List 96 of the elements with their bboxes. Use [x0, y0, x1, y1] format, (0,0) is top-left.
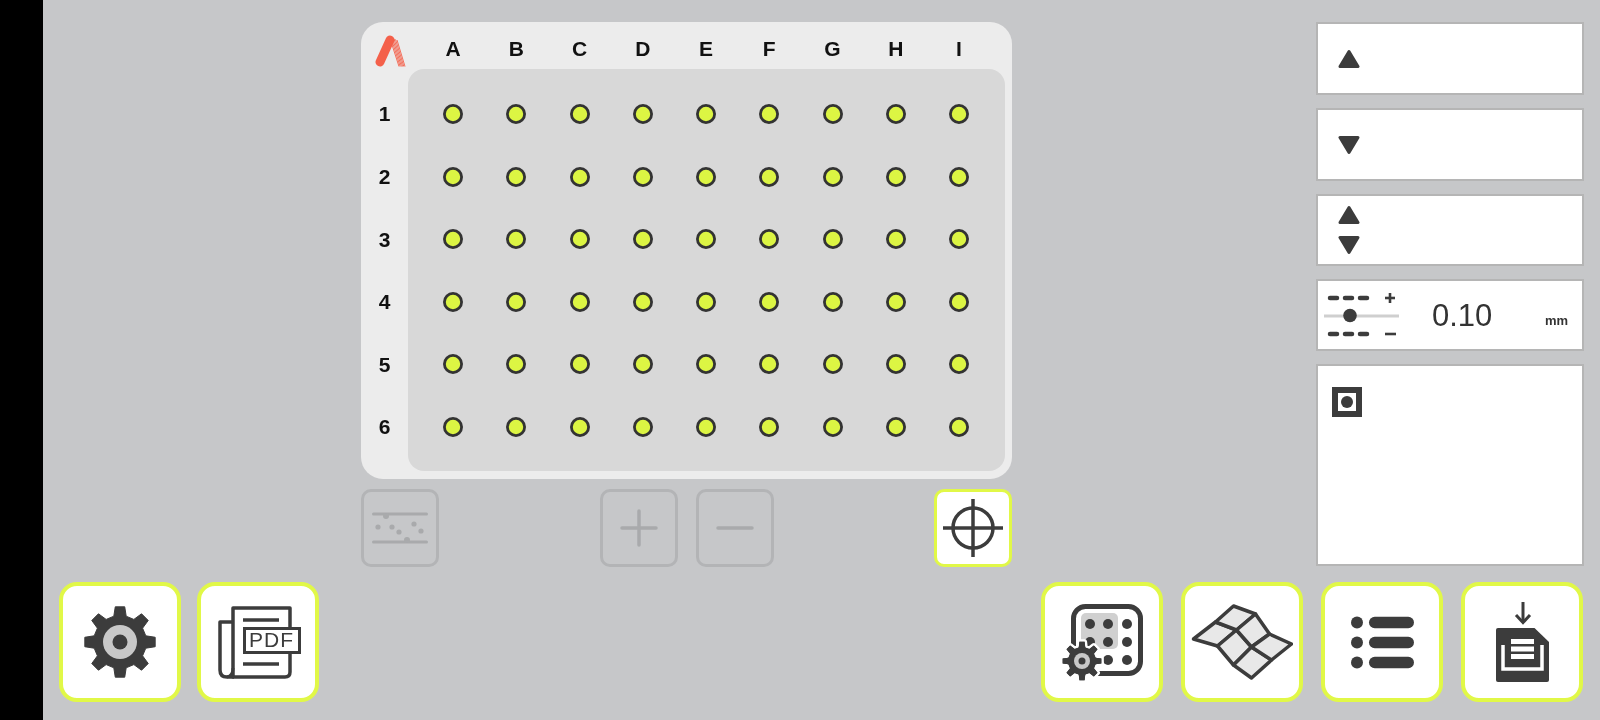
well-icon [569, 291, 590, 312]
well-icon [822, 291, 843, 312]
well-icon [443, 354, 463, 375]
well-icon [632, 416, 653, 437]
dot-square-option-button[interactable] [1316, 364, 1584, 566]
well-icon [696, 291, 716, 312]
well-icon [885, 291, 906, 312]
well-icon [822, 229, 843, 250]
well-icon [949, 229, 969, 250]
row-label: 1 [378, 103, 391, 125]
column-label: H [888, 37, 904, 59]
card-download-icon [1495, 602, 1549, 682]
well-icon [506, 354, 527, 375]
well-icon [885, 104, 906, 124]
step-slider-icon [1324, 292, 1399, 338]
well-icon [696, 166, 716, 187]
down-triangle-icon [1338, 134, 1360, 155]
plate-settings-button[interactable] [1041, 582, 1163, 702]
scatter-band-icon [372, 512, 428, 544]
well-icon [632, 229, 653, 250]
column-label: C [571, 37, 588, 59]
save-button[interactable] [1461, 582, 1583, 702]
well-icon [759, 166, 780, 187]
surface-map-button[interactable] [1181, 582, 1303, 702]
logo-icon [375, 34, 406, 67]
well-icon [885, 354, 906, 375]
well-icon [696, 229, 716, 250]
well-icon [632, 354, 653, 375]
well-icon [443, 166, 463, 187]
well-icon [506, 229, 527, 250]
unit-label: mm [1544, 313, 1568, 327]
well-icon [696, 354, 716, 375]
up-down-option-button[interactable] [1316, 194, 1584, 266]
row-label: 4 [378, 291, 391, 313]
up-triangle-icon [1338, 205, 1360, 225]
well-icon [759, 104, 780, 124]
well-icon [443, 416, 463, 437]
well-icon [632, 166, 653, 187]
well-icon [569, 104, 590, 124]
crosshair-icon [943, 499, 1003, 557]
step-value: 0.10 [1432, 299, 1493, 331]
well-icon [759, 354, 780, 375]
well-icon [443, 291, 463, 312]
column-label: I [956, 37, 962, 59]
well-icon [885, 416, 906, 437]
row-label: 3 [378, 228, 391, 250]
well-icon [569, 354, 590, 375]
pdf-button[interactable]: PDF [197, 582, 319, 702]
well-icon [569, 416, 590, 437]
well-icon [569, 229, 590, 250]
plus-icon [619, 509, 658, 547]
crosshair-button[interactable] [934, 489, 1012, 567]
column-label: B [508, 37, 524, 59]
column-label: G [824, 37, 841, 59]
column-label: A [445, 37, 461, 59]
well-icon [569, 166, 590, 187]
step-option-button[interactable]: 0.10 mm [1316, 279, 1584, 351]
down-triangle-icon [1338, 235, 1360, 255]
row-label: 2 [378, 166, 391, 188]
well-icon [506, 291, 527, 312]
well-icon [822, 416, 843, 437]
well-icon [885, 229, 906, 250]
well-icon [949, 166, 969, 187]
surface-map-icon [1191, 603, 1293, 681]
list-button[interactable] [1321, 582, 1443, 702]
well-icon [759, 229, 780, 250]
gear-icon [84, 606, 156, 678]
well-icon [759, 291, 780, 312]
well-icon [443, 229, 463, 250]
settings-button[interactable] [59, 582, 181, 702]
well-icon [632, 104, 653, 124]
well-icon [949, 354, 969, 375]
column-label: F [762, 37, 776, 59]
well-icon [949, 416, 969, 437]
grid-gear-icon [1061, 603, 1143, 681]
well-icon [506, 166, 527, 187]
well-icon [696, 416, 716, 437]
well-icon [822, 354, 843, 375]
well-icon [949, 104, 969, 124]
row-label: 6 [378, 416, 391, 438]
well-icon [822, 166, 843, 187]
well-icon [822, 104, 843, 124]
dot-square-icon [1332, 387, 1362, 417]
well-icon [443, 104, 463, 124]
well-icon [632, 291, 653, 312]
well-icon [506, 416, 527, 437]
well-icon [949, 291, 969, 312]
column-label: D [635, 37, 651, 59]
well-icon [759, 416, 780, 437]
up-triangle-icon [1338, 48, 1360, 69]
row-label: 5 [378, 353, 391, 375]
well-icon [696, 104, 716, 124]
well-icon [506, 104, 527, 124]
well-icon [885, 166, 906, 187]
list-icon [1350, 615, 1414, 669]
column-label: E [699, 37, 713, 59]
